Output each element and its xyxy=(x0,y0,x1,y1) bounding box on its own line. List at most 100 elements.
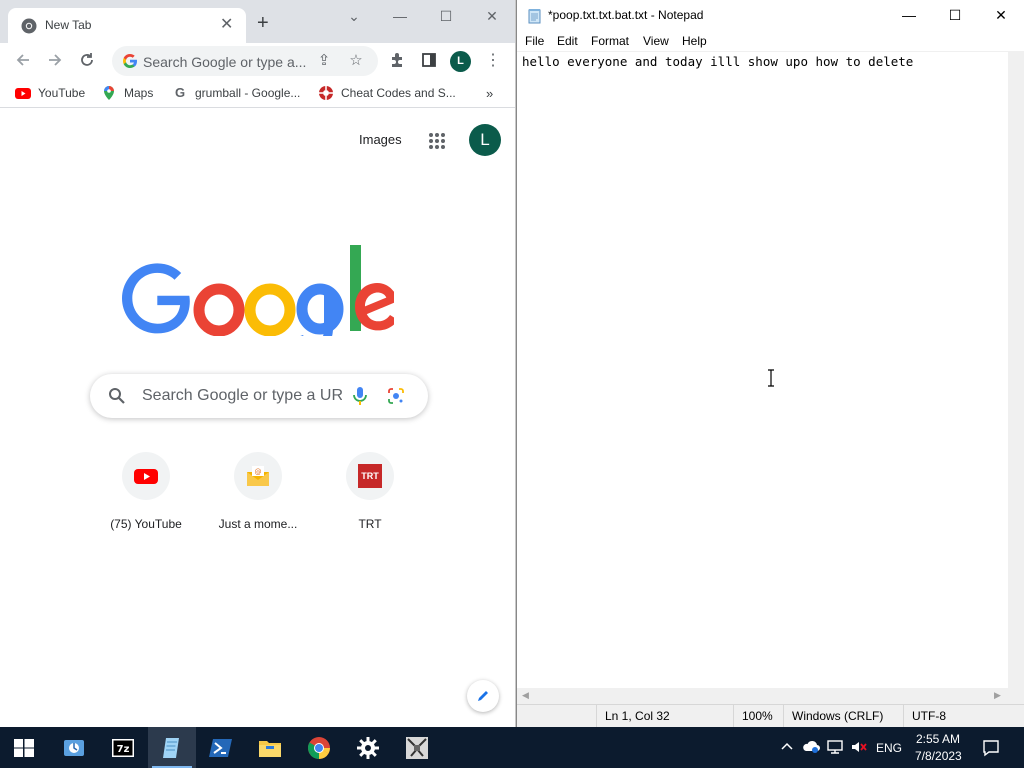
youtube-icon xyxy=(15,88,31,99)
document-text: hello everyone and today illl show upo h… xyxy=(522,54,914,69)
bookmarks-bar: YouTube Maps G grumball - Google... Chea… xyxy=(0,79,515,108)
envelope-icon: @ xyxy=(247,466,269,486)
youtube-icon xyxy=(134,469,158,484)
search-input[interactable]: Search Google or type a URL xyxy=(142,387,342,405)
minimize-button[interactable]: — xyxy=(886,0,932,31)
close-tab-icon[interactable]: ✕ xyxy=(220,17,233,33)
notepad-statusbar: Ln 1, Col 32 100% Windows (CRLF) UTF-8 xyxy=(517,704,1024,728)
shortcut-tile: TRT xyxy=(346,452,394,500)
close-window-button[interactable]: ✕ xyxy=(480,6,504,26)
taskbar-game-app[interactable] xyxy=(393,727,441,768)
shortcut-tile xyxy=(122,452,170,500)
notepad-title: *poop.txt.txt.bat.txt - Notepad xyxy=(548,8,704,22)
taskbar-chrome[interactable] xyxy=(295,727,343,768)
cheat-codes-icon xyxy=(319,86,333,100)
bookmark-maps[interactable]: Maps xyxy=(101,85,153,101)
forward-icon[interactable] xyxy=(45,51,65,71)
notepad-window: *poop.txt.txt.bat.txt - Notepad — ☐ ✕ Fi… xyxy=(516,0,1024,728)
minimize-button[interactable]: — xyxy=(388,6,412,26)
horizontal-scrollbar[interactable]: ◀ ▶ xyxy=(517,688,1008,704)
encoding: UTF-8 xyxy=(903,705,946,728)
scroll-right-icon[interactable]: ▶ xyxy=(994,690,1001,701)
bookmark-grumball[interactable]: G grumball - Google... xyxy=(172,85,300,101)
shortcut-trt[interactable]: TRT TRT xyxy=(314,452,426,542)
taskbar-powershell[interactable] xyxy=(197,727,245,768)
chrome-toolbar: Search Google or type a... ⇪ ☆ L ⋮ xyxy=(0,43,515,79)
share-icon[interactable]: ⇪ xyxy=(315,52,333,70)
star-icon[interactable]: ☆ xyxy=(347,52,365,70)
google-g-icon: G xyxy=(174,85,186,100)
maximize-button[interactable]: ☐ xyxy=(434,6,458,26)
reload-icon[interactable] xyxy=(77,51,97,71)
cursor-position: Ln 1, Col 32 xyxy=(596,705,670,728)
extensions-icon[interactable] xyxy=(387,51,407,71)
notepad-icon xyxy=(163,738,179,758)
notepad-text-area[interactable]: hello everyone and today illl show upo h… xyxy=(517,51,1008,688)
google-g-icon xyxy=(123,54,137,68)
language-indicator[interactable]: ENG xyxy=(876,741,902,755)
customize-button[interactable] xyxy=(467,680,499,712)
chevron-up-icon[interactable] xyxy=(778,739,796,757)
menu-edit[interactable]: Edit xyxy=(557,34,578,48)
voice-search-icon[interactable] xyxy=(352,386,368,406)
notepad-titlebar: *poop.txt.txt.bat.txt - Notepad — ☐ ✕ xyxy=(517,0,1024,31)
maps-pin-icon xyxy=(104,86,114,100)
7zip-icon: 7z xyxy=(112,739,134,757)
bookmark-youtube[interactable]: YouTube xyxy=(15,85,85,101)
control-panel-icon xyxy=(64,740,84,756)
taskbar-7zip[interactable]: 7z xyxy=(99,727,147,768)
powershell-icon xyxy=(209,739,232,757)
side-panel-icon[interactable] xyxy=(419,51,439,71)
tab-title: New Tab xyxy=(45,18,92,32)
notification-icon[interactable] xyxy=(982,739,1000,757)
taskbar-notepad[interactable] xyxy=(148,727,196,768)
images-link[interactable]: Images xyxy=(359,132,402,147)
shortcut-just-a-moment[interactable]: @ Just a mome... xyxy=(202,452,314,542)
taskbar-file-explorer[interactable] xyxy=(246,727,294,768)
menu-view[interactable]: View xyxy=(643,34,669,48)
clock-date[interactable]: 7/8/2023 xyxy=(915,749,962,763)
gear-icon xyxy=(357,737,379,759)
omnibox-placeholder: Search Google or type a... xyxy=(143,54,307,70)
shortcut-label: (75) YouTube xyxy=(110,517,182,531)
game-icon xyxy=(406,737,428,759)
maximize-button[interactable]: ☐ xyxy=(932,0,978,31)
onedrive-icon[interactable] xyxy=(802,739,820,757)
shortcut-youtube[interactable]: (75) YouTube xyxy=(90,452,202,542)
account-avatar[interactable]: L xyxy=(469,124,501,156)
menu-format[interactable]: Format xyxy=(591,34,629,48)
volume-muted-icon[interactable] xyxy=(850,739,868,757)
back-icon[interactable] xyxy=(13,51,33,71)
vertical-scrollbar[interactable] xyxy=(1008,51,1024,688)
menu-file[interactable]: File xyxy=(525,34,544,48)
bookmarks-overflow-icon[interactable]: » xyxy=(486,85,493,101)
clock-time[interactable]: 2:55 AM xyxy=(916,732,960,746)
new-tab-button[interactable]: + xyxy=(257,13,269,33)
more-menu-icon[interactable]: ⋮ xyxy=(483,51,503,71)
trt-icon: TRT xyxy=(358,464,382,488)
chrome-icon xyxy=(308,737,330,759)
omnibox[interactable]: Search Google or type a... ⇪ ☆ xyxy=(112,46,378,76)
tab-new-tab[interactable]: New Tab ✕ xyxy=(8,8,246,43)
taskbar-control-panel[interactable] xyxy=(50,727,98,768)
network-icon[interactable] xyxy=(826,739,844,757)
google-logo xyxy=(122,245,394,336)
profile-avatar[interactable]: L xyxy=(450,51,471,72)
taskbar-settings[interactable] xyxy=(344,727,392,768)
scroll-left-icon[interactable]: ◀ xyxy=(522,690,529,701)
notepad-menubar: File Edit Format View Help xyxy=(517,31,1024,51)
chrome-icon xyxy=(21,18,37,34)
google-search-box[interactable]: Search Google or type a URL xyxy=(90,374,428,418)
svg-text:@: @ xyxy=(255,468,262,476)
google-lens-icon[interactable] xyxy=(387,387,405,405)
google-apps-icon[interactable] xyxy=(428,132,446,150)
chrome-window: New Tab ✕ + ⌄ — ☐ ✕ Search Google or typ… xyxy=(0,0,516,727)
start-button[interactable] xyxy=(0,727,48,768)
zoom-level: 100% xyxy=(733,705,773,728)
new-tab-page: Images L Search Google or type a URL (75… xyxy=(0,108,515,727)
shortcut-tile: @ xyxy=(234,452,282,500)
menu-help[interactable]: Help xyxy=(682,34,707,48)
chevron-down-icon[interactable]: ⌄ xyxy=(342,6,366,26)
close-window-button[interactable]: ✕ xyxy=(978,0,1024,31)
bookmark-cheat-codes[interactable]: Cheat Codes and S... xyxy=(318,85,456,101)
